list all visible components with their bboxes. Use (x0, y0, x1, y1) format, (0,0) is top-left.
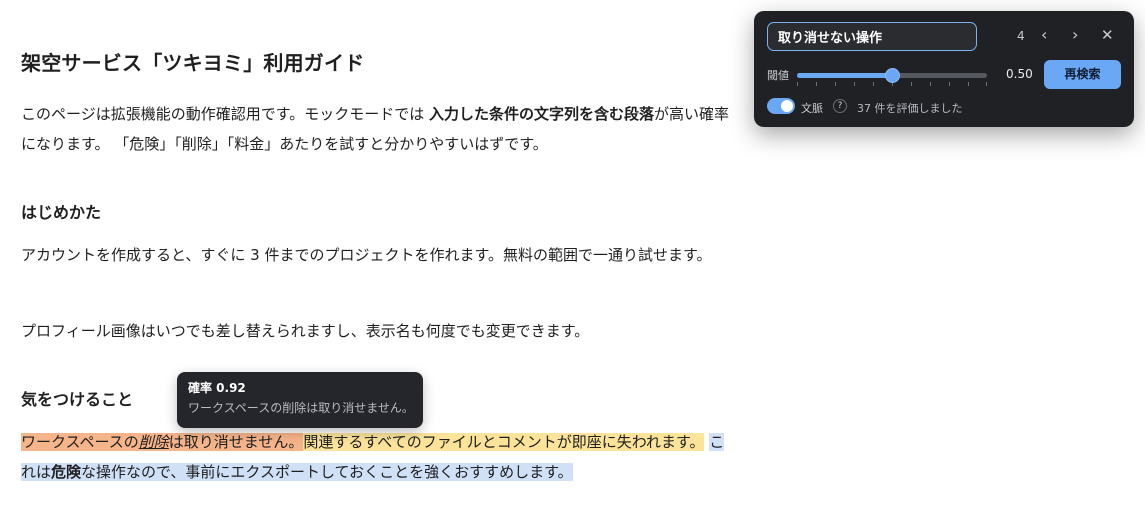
highlight-sentence-high[interactable]: ワークスペースの削除は取り消せません。 (21, 433, 304, 451)
prev-match-button[interactable]: ‹ (1041, 25, 1047, 45)
threshold-label: 閾値 (767, 69, 789, 82)
search-input[interactable] (767, 22, 977, 51)
tooltip-title: 確率 0.92 (188, 381, 246, 395)
highlight-keyword-delete: 削除 (138, 433, 169, 451)
rescan-button[interactable]: 再検索 (1044, 60, 1121, 89)
slider-tick (797, 82, 798, 86)
slider-tick (854, 82, 855, 86)
slider-tick (873, 82, 874, 86)
page-title: 架空サービス「ツキヨミ」利用ガイド (21, 51, 365, 75)
next-match-button[interactable]: › (1072, 25, 1078, 45)
slider-tick (986, 82, 987, 86)
slider-tick (949, 82, 950, 86)
paragraph-profile: プロフィール画像はいつでも差し替えられますし、表示名も何度でも変更できます。 (21, 322, 590, 340)
intro-paragraph: このページは拡張機能の動作確認用です。モックモードでは 入力した条件の文字列を含… (21, 99, 731, 159)
slider-tick (816, 82, 817, 86)
highlight-sentence-mid[interactable]: 関連するすべてのファイルとコメントが即座に失われます。 (303, 433, 705, 451)
highlight-keyword-danger: 危険 (51, 463, 82, 481)
slider-fill (797, 73, 892, 78)
slider-thumb[interactable] (885, 68, 900, 83)
context-label: 文脈 (801, 102, 823, 115)
section-heading-cautions: 気をつけること (21, 390, 134, 409)
context-toggle[interactable] (767, 98, 795, 114)
paragraph-warning: ワークスペースの削除は取り消せません。関連するすべてのファイルとコメントが即座に… (21, 427, 731, 487)
tooltip-text: ワークスペースの削除は取り消せません。 (188, 401, 414, 415)
threshold-value: 0.50 (1006, 67, 1033, 81)
section-heading-getting-started: はじめかた (21, 203, 102, 222)
match-count: 4 (1017, 29, 1025, 43)
paragraph-account: アカウントを作成すると、すぐに 3 件までのプロジェクトを作れます。無料の範囲で… (21, 246, 712, 264)
intro-bold: 入力した条件の文字列を含む段落 (428, 105, 654, 123)
close-icon[interactable]: ✕ (1101, 25, 1114, 45)
slider-tick (930, 82, 931, 86)
probability-tooltip: 確率 0.92 ワークスペースの削除は取り消せません。 (177, 372, 423, 428)
toggle-knob (781, 100, 793, 112)
threshold-slider[interactable] (797, 68, 987, 86)
intro-text-1: このページは拡張機能の動作確認用です。モックモードでは (21, 105, 429, 123)
highlight-text: は取り消せません。 (168, 433, 304, 451)
search-panel: 4 ‹ › ✕ 閾値 0.50 再検索 文脈 ? 37 件を評価しました (754, 11, 1134, 127)
slider-tick (968, 82, 969, 86)
evaluated-count: 37 件を評価しました (857, 102, 963, 115)
help-icon[interactable]: ? (833, 99, 847, 113)
highlight-text: ワークスペースの (21, 433, 139, 451)
highlight-text: な操作なので、事前にエクスポートしておくことを強くおすすめします。 (81, 463, 573, 481)
slider-tick (835, 82, 836, 86)
slider-tick (911, 82, 912, 86)
